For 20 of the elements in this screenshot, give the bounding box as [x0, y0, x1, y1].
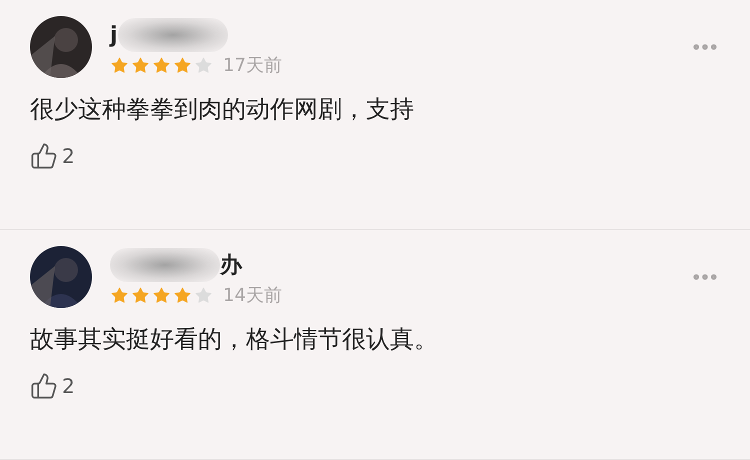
star-icon [131, 56, 150, 75]
comment-time: 17天前 [223, 54, 282, 78]
star-icon [173, 56, 192, 75]
star-icon [152, 56, 171, 75]
user-name: j [110, 22, 118, 50]
star-icon [194, 286, 213, 305]
comment-text: 很少这种拳拳到肉的动作网剧，支持 [30, 94, 415, 125]
star-icon [110, 286, 129, 305]
comment-time: 14天前 [223, 284, 282, 308]
star-icon [131, 286, 150, 305]
star-icon [173, 286, 192, 305]
like-button[interactable]: 2 [30, 371, 720, 401]
like-button[interactable]: 2 [30, 141, 720, 171]
star-icon [194, 56, 213, 75]
star-icon [152, 286, 171, 305]
comment-text: 故事其实挺好看的，格斗情节很认真。 [30, 324, 439, 355]
star-icon [110, 56, 129, 75]
thumbs-up-icon [30, 372, 58, 400]
user-name: 办 [220, 252, 242, 280]
thumbs-up-icon [30, 142, 58, 170]
